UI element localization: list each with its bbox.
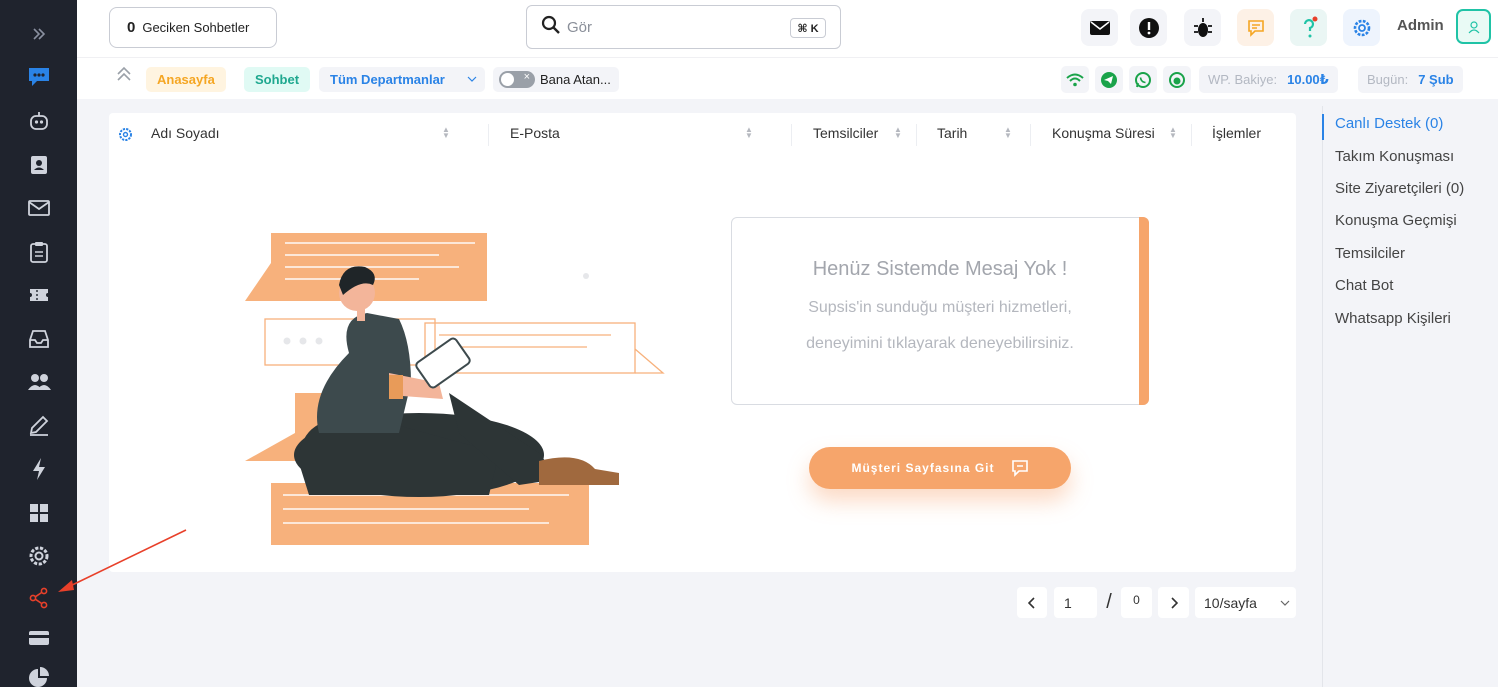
column-divider bbox=[1191, 124, 1192, 146]
wifi-icon[interactable] bbox=[1061, 66, 1089, 93]
departments-label: Tüm Departmanlar bbox=[330, 72, 445, 87]
menu-live-support[interactable]: Canlı Destek (0) bbox=[1335, 115, 1443, 132]
col-header-duration[interactable]: Konuşma Süresi bbox=[1052, 125, 1155, 141]
page-input[interactable]: 1 bbox=[1054, 587, 1097, 618]
today-stat: Bugün: 7 Şub bbox=[1358, 66, 1463, 93]
sort-icon[interactable]: ▲ ▼ bbox=[1004, 126, 1012, 140]
menu-whatsapp-contacts[interactable]: Whatsapp Kişileri bbox=[1335, 310, 1451, 327]
annotation-arrow-icon bbox=[58, 529, 187, 592]
col-header-email[interactable]: E-Posta bbox=[510, 125, 560, 141]
wp-balance-label: WP. Bakiye: bbox=[1208, 72, 1278, 87]
sort-icon[interactable]: ▲ ▼ bbox=[1169, 126, 1177, 140]
menu-site-visitors[interactable]: Site Ziyaretçileri (0) bbox=[1335, 180, 1464, 197]
card-icon[interactable] bbox=[0, 620, 77, 656]
toggle-switch[interactable]: × bbox=[499, 71, 535, 88]
sub-toolbar: Anasayfa Sohbet Tüm Departmanlar × Bana … bbox=[77, 57, 1498, 99]
wp-balance: WP. Bakiye: 10.00₺ bbox=[1199, 66, 1338, 93]
col-header-date[interactable]: Tarih bbox=[937, 125, 967, 141]
page-size-label: 10/sayfa bbox=[1204, 594, 1257, 611]
chat-chip[interactable]: Sohbet bbox=[244, 67, 311, 92]
chevron-down-icon bbox=[467, 72, 477, 87]
empty-state-illustration bbox=[245, 233, 665, 545]
today-label: Bugün: bbox=[1367, 72, 1409, 87]
feedback-icon[interactable] bbox=[1237, 9, 1274, 46]
chat-bubble-icon bbox=[1011, 460, 1028, 477]
sort-icon[interactable]: ▲ ▼ bbox=[894, 126, 902, 140]
column-divider bbox=[916, 124, 917, 146]
whatsapp-icon[interactable] bbox=[1129, 66, 1157, 93]
conversations-table: Adı Soyadı ▲ ▼ E-Posta ▲ ▼ Temsilciler ▲ ▼ … bbox=[109, 113, 1296, 572]
right-menu: Canlı Destek (0) Takım Konuşması Site Zi… bbox=[1322, 106, 1498, 687]
column-divider bbox=[791, 124, 792, 146]
customer-page-button[interactable]: Müşteri Sayfasına Git bbox=[809, 447, 1071, 489]
today-value: 7 Şub bbox=[1418, 72, 1454, 87]
column-divider bbox=[488, 124, 489, 146]
search-box[interactable]: ⌘ K bbox=[526, 5, 841, 49]
shortcut-badge: ⌘ K bbox=[790, 18, 826, 38]
pie-chart-icon[interactable] bbox=[0, 660, 77, 687]
departments-select[interactable]: Tüm Departmanlar bbox=[319, 67, 485, 92]
mail-icon[interactable] bbox=[1081, 9, 1118, 46]
help-icon[interactable] bbox=[1290, 9, 1327, 46]
top-header: 0 Geciken Sohbetler ⌘ K Admin bbox=[77, 0, 1498, 57]
col-header-agents[interactable]: Temsilciler bbox=[813, 125, 878, 141]
chevron-right-icon bbox=[1170, 596, 1178, 609]
total-pages: 0 bbox=[1121, 587, 1152, 618]
next-page-button[interactable] bbox=[1158, 587, 1189, 618]
sort-icon[interactable]: ▲ ▼ bbox=[745, 126, 753, 140]
assigned-toggle-label: Bana Atan... bbox=[540, 72, 611, 87]
col-header-actions: İşlemler bbox=[1212, 125, 1262, 141]
empty-message-box: Henüz Sistemde Mesaj Yok ! Supsis'in sun… bbox=[731, 217, 1149, 405]
sort-icon[interactable]: ▲ ▼ bbox=[442, 126, 450, 140]
page-separator: / bbox=[1106, 591, 1112, 613]
empty-title: Henüz Sistemde Mesaj Yok ! bbox=[812, 258, 1068, 280]
wp-balance-value: 10.00₺ bbox=[1287, 71, 1329, 87]
support-agent-icon[interactable] bbox=[1163, 66, 1191, 93]
empty-line-2: deneyimini tıklayarak deneyebilirsiniz. bbox=[806, 335, 1074, 352]
bug-icon[interactable] bbox=[1184, 9, 1221, 46]
telegram-icon[interactable] bbox=[1095, 66, 1123, 93]
menu-agents[interactable]: Temsilciler bbox=[1335, 245, 1405, 262]
active-indicator bbox=[1322, 114, 1324, 140]
search-input[interactable] bbox=[567, 18, 767, 36]
menu-team-chat[interactable]: Takım Konuşması bbox=[1335, 148, 1454, 165]
customer-page-label: Müşteri Sayfasına Git bbox=[851, 461, 995, 475]
chevron-left-icon bbox=[1028, 596, 1035, 609]
menu-chat-bot[interactable]: Chat Bot bbox=[1335, 277, 1393, 294]
menu-chat-history[interactable]: Konuşma Geçmişi bbox=[1335, 212, 1457, 229]
assigned-toggle[interactable]: × Bana Atan... bbox=[493, 67, 619, 92]
gear-icon[interactable] bbox=[1343, 9, 1380, 46]
empty-line-1: Supsis'in sunduğu müşteri hizmetleri, bbox=[808, 299, 1072, 316]
chevron-down-icon bbox=[1280, 600, 1290, 606]
avatar[interactable] bbox=[1456, 9, 1491, 44]
admin-label[interactable]: Admin bbox=[1397, 17, 1444, 34]
prev-page-button[interactable] bbox=[1017, 587, 1047, 618]
column-divider bbox=[1030, 124, 1031, 146]
search-icon bbox=[541, 15, 561, 40]
alert-icon[interactable] bbox=[1130, 9, 1167, 46]
page-size-select[interactable]: 10/sayfa bbox=[1195, 587, 1296, 618]
